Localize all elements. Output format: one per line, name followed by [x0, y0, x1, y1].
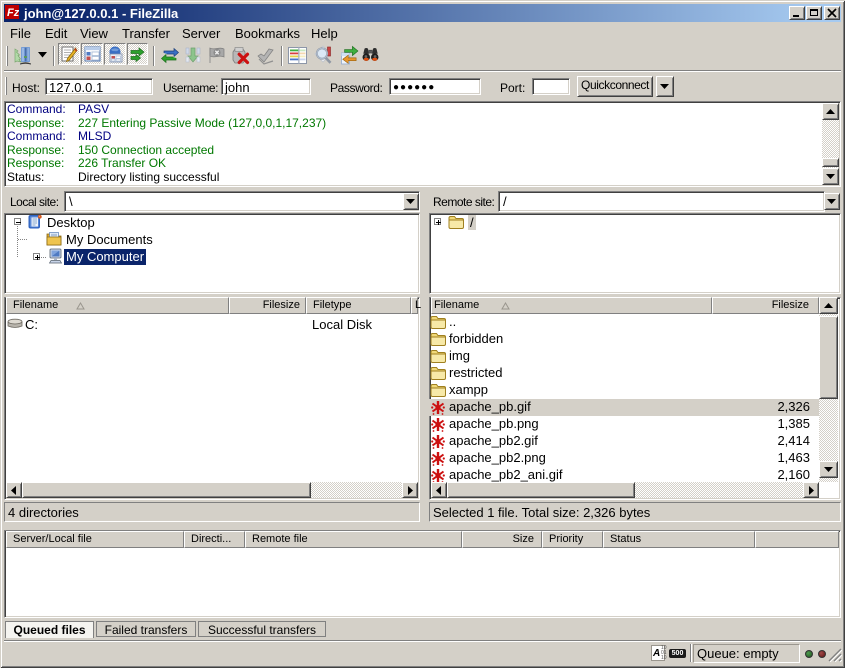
svg-text:Fz: Fz [7, 7, 19, 19]
